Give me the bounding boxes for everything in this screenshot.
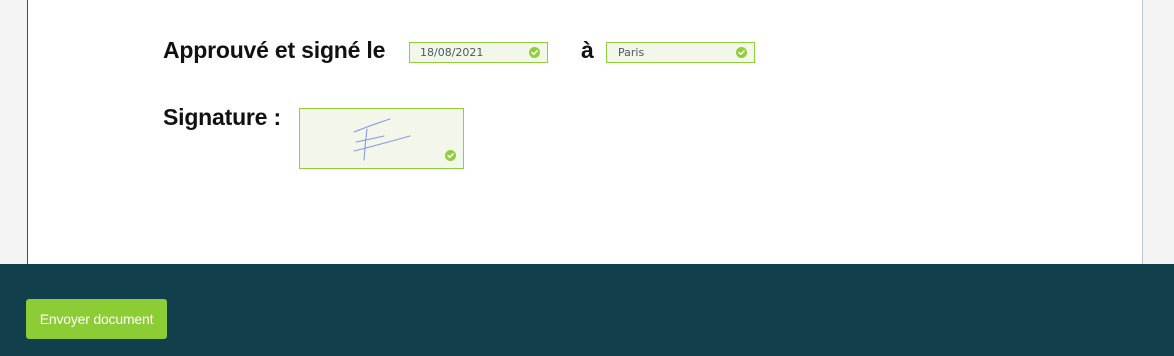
check-circle-icon [736, 47, 747, 58]
place-field-value: Paris [618, 46, 645, 59]
signature-field[interactable] [299, 108, 464, 169]
at-label: à [581, 37, 594, 63]
date-field[interactable]: 18/08/2021 [409, 42, 548, 63]
place-field[interactable]: Paris [606, 42, 755, 63]
approval-label: Approuvé et signé le [163, 37, 386, 63]
handwritten-signature [353, 118, 411, 161]
date-field-value: 18/08/2021 [420, 46, 484, 59]
signature-label: Signature : [163, 104, 281, 130]
send-document-button[interactable]: Envoyer document [26, 299, 167, 339]
check-circle-icon [445, 150, 456, 161]
footer-bar: Envoyer document [0, 264, 1174, 356]
document-page: Approuvé et signé le 18/08/2021 à Paris … [27, 0, 1143, 264]
check-circle-icon [529, 47, 540, 58]
